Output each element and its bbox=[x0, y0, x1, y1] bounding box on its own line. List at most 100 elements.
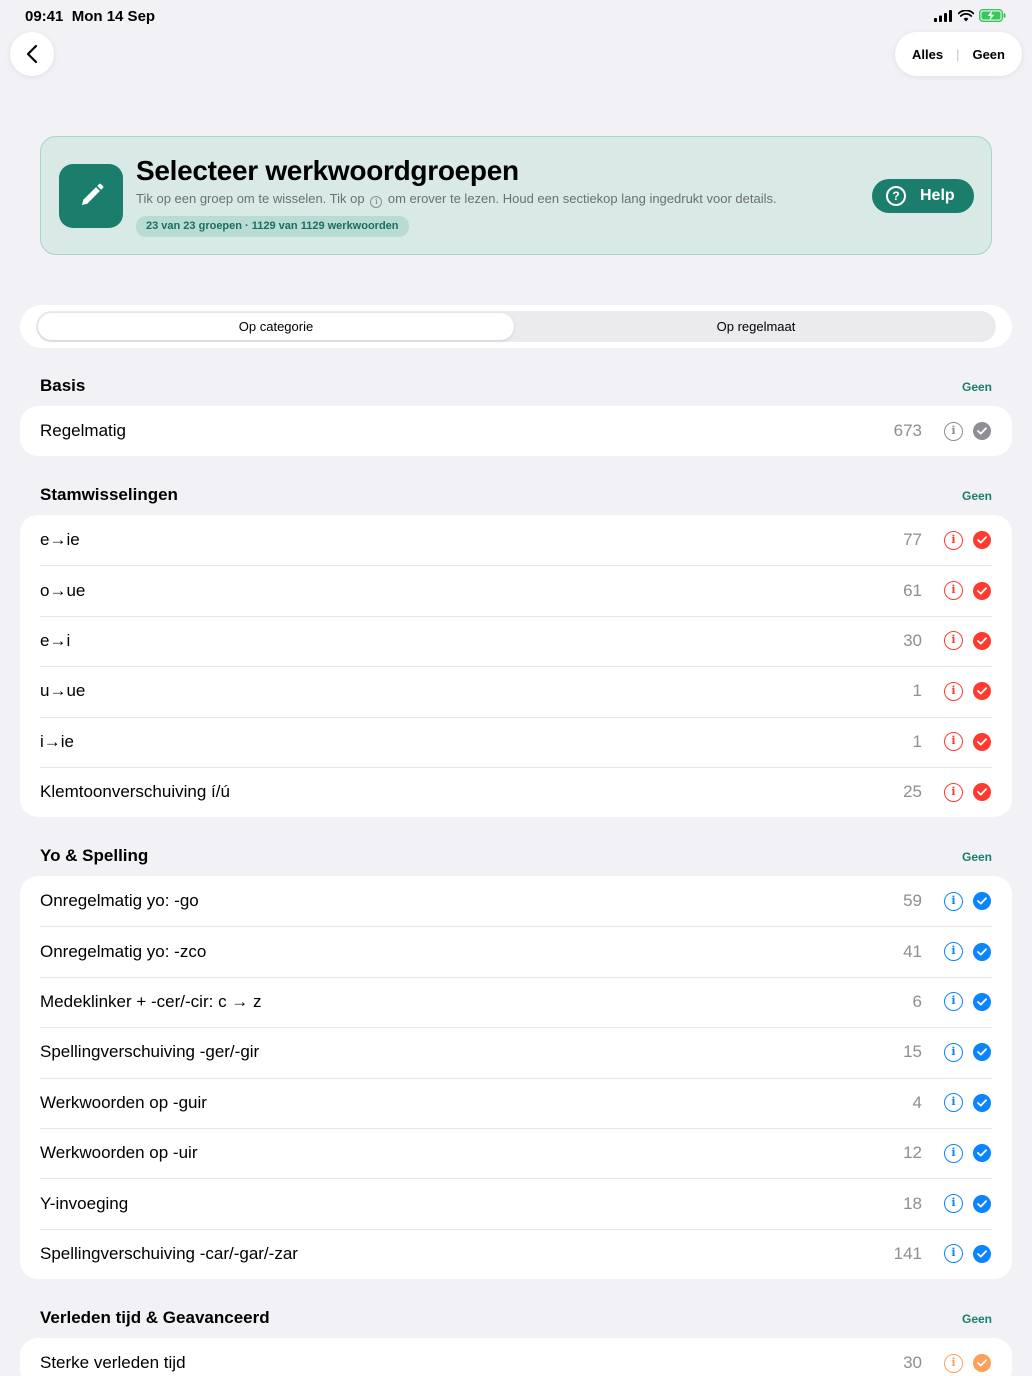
group-label: Sterke verleden tijd bbox=[40, 1353, 186, 1373]
checkmark-circle-icon[interactable] bbox=[973, 942, 991, 961]
pencil-icon bbox=[82, 183, 104, 205]
info-icon[interactable]: i bbox=[944, 1194, 963, 1214]
group-label: Spellingverschuiving -car/-gar/-zar bbox=[40, 1243, 298, 1263]
group-row[interactable]: i→ie 1 i bbox=[20, 716, 1012, 767]
info-icon[interactable]: i bbox=[944, 732, 963, 752]
info-icon[interactable]: i bbox=[944, 581, 963, 601]
verb-count: 673 bbox=[893, 421, 922, 441]
group-label: o→ue bbox=[40, 580, 86, 600]
group-label: Onregelmatig yo: -zco bbox=[40, 941, 207, 961]
section-header[interactable]: Basis Geen bbox=[40, 376, 992, 396]
group-label: Medeklinker + -cer/-cir: c → z bbox=[40, 991, 262, 1011]
checkmark-circle-icon[interactable] bbox=[973, 1354, 991, 1373]
cellular-signal-icon bbox=[934, 9, 952, 22]
back-button[interactable] bbox=[10, 32, 54, 76]
subtitle-text-before: Tik op een groep om te wisselen. Tik op bbox=[136, 191, 365, 206]
group-row[interactable]: Y-invoeging 18 i bbox=[20, 1178, 1012, 1228]
question-circle-icon: ? bbox=[886, 186, 906, 206]
checkmark-circle-icon[interactable] bbox=[973, 1043, 991, 1062]
info-icon[interactable]: i bbox=[944, 782, 963, 802]
select-toggle-pill: Alles | Geen bbox=[895, 32, 1022, 76]
checkmark-circle-icon[interactable] bbox=[973, 1093, 991, 1112]
header-card: Selecteer werkwoordgroepen Tik op een gr… bbox=[40, 136, 992, 255]
verb-count: 59 bbox=[903, 891, 922, 911]
group-row[interactable]: Sterke verleden tijd 30 i bbox=[20, 1338, 1012, 1376]
info-icon: i bbox=[370, 196, 383, 208]
checkmark-circle-icon[interactable] bbox=[973, 1144, 991, 1163]
group-row[interactable]: Werkwoorden op -uir 12 i bbox=[20, 1127, 1012, 1178]
section-title: Yo & Spelling bbox=[40, 846, 149, 865]
section-deselect-button[interactable]: Geen bbox=[962, 380, 992, 394]
checkmark-circle-icon[interactable] bbox=[973, 892, 991, 911]
group-row[interactable]: e→ie 77 i bbox=[20, 515, 1012, 565]
group-label: i→ie bbox=[40, 731, 75, 751]
verb-count: 25 bbox=[903, 782, 922, 802]
checkmark-circle-icon[interactable] bbox=[973, 992, 991, 1011]
verb-count: 30 bbox=[903, 1353, 922, 1373]
group-label: Y-invoeging bbox=[40, 1193, 129, 1213]
tab-op-regelmaat[interactable]: Op regelmaat bbox=[518, 313, 994, 340]
select-all-button[interactable]: Alles bbox=[912, 47, 943, 62]
checkmark-circle-icon[interactable] bbox=[973, 531, 991, 550]
info-icon[interactable]: i bbox=[944, 1143, 963, 1163]
group-row[interactable]: u→ue 1 i bbox=[20, 666, 1012, 716]
help-button[interactable]: ? Help bbox=[872, 179, 974, 213]
info-icon[interactable]: i bbox=[944, 891, 963, 911]
checkmark-circle-icon[interactable] bbox=[973, 783, 991, 802]
section-header[interactable]: Stamwisselingen Geen bbox=[40, 485, 992, 505]
selection-summary-badge: 23 van 23 groepen · 1129 van 1129 werkwo… bbox=[136, 216, 409, 237]
verb-count: 41 bbox=[903, 941, 922, 961]
checkmark-circle-icon[interactable] bbox=[973, 1244, 991, 1263]
group-row[interactable]: Onregelmatig yo: -zco 41 i bbox=[20, 926, 1012, 976]
page-subtitle: Tik op een groep om te wisselen. Tik op … bbox=[136, 191, 777, 208]
section-deselect-button[interactable]: Geen bbox=[962, 850, 992, 864]
info-icon[interactable]: i bbox=[944, 681, 963, 701]
checkmark-circle-icon[interactable] bbox=[973, 1194, 991, 1213]
wifi-icon bbox=[958, 9, 974, 21]
info-icon[interactable]: i bbox=[944, 1353, 963, 1373]
group-label: e→i bbox=[40, 630, 71, 650]
checkmark-circle-icon[interactable] bbox=[973, 682, 991, 701]
section-title: Basis bbox=[40, 376, 86, 395]
checkmark-circle-icon[interactable] bbox=[973, 631, 991, 650]
group-card: Regelmatig 673 i bbox=[20, 406, 1012, 457]
tab-op-categorie[interactable]: Op categorie bbox=[38, 313, 514, 340]
section-deselect-button[interactable]: Geen bbox=[962, 489, 992, 503]
group-row[interactable]: Onregelmatig yo: -go 59 i bbox=[20, 876, 1012, 926]
status-date: Mon 14 Sep bbox=[71, 8, 156, 25]
info-icon[interactable]: i bbox=[944, 942, 963, 962]
verb-count: 18 bbox=[903, 1193, 922, 1213]
group-label: Regelmatig bbox=[40, 421, 126, 441]
group-row[interactable]: Klemtoonverschuiving í/ú 25 i bbox=[20, 766, 1012, 817]
help-button-label: Help bbox=[920, 187, 955, 204]
section-header[interactable]: Yo & Spelling Geen bbox=[40, 846, 992, 866]
group-row[interactable]: o→ue 61 i bbox=[20, 565, 1012, 615]
checkmark-circle-icon[interactable] bbox=[973, 732, 991, 751]
group-row[interactable]: Medeklinker + -cer/-cir: c → z 6 i bbox=[20, 976, 1012, 1027]
segmented-control-container: Op categorie Op regelmaat bbox=[20, 305, 1012, 348]
info-icon[interactable]: i bbox=[944, 1093, 963, 1113]
subtitle-text-after: om erover te lezen. Houd een sectiekop l… bbox=[387, 191, 777, 206]
verb-count: 77 bbox=[903, 530, 922, 550]
group-row[interactable]: Regelmatig 673 i bbox=[20, 406, 1012, 456]
verb-count: 61 bbox=[903, 580, 922, 600]
info-icon[interactable]: i bbox=[944, 421, 963, 441]
checkmark-circle-icon[interactable] bbox=[973, 422, 991, 441]
info-icon[interactable]: i bbox=[944, 1244, 963, 1264]
status-icons bbox=[934, 9, 1006, 22]
info-icon[interactable]: i bbox=[944, 530, 963, 550]
page-title: Selecteer werkwoordgroepen bbox=[136, 155, 519, 186]
info-icon[interactable]: i bbox=[944, 992, 963, 1012]
group-row[interactable]: Werkwoorden op -guir 4 i bbox=[20, 1077, 1012, 1128]
section-header[interactable]: Verleden tijd & Geavanceerd Geen bbox=[40, 1308, 992, 1328]
checkmark-circle-icon[interactable] bbox=[973, 581, 991, 600]
group-row[interactable]: e→i 30 i bbox=[20, 615, 1012, 666]
group-row[interactable]: Spellingverschuiving -car/-gar/-zar 141 i bbox=[20, 1228, 1012, 1279]
select-none-button[interactable]: Geen bbox=[972, 47, 1005, 62]
info-icon[interactable]: i bbox=[944, 1042, 963, 1062]
section-title: Verleden tijd & Geavanceerd bbox=[40, 1308, 270, 1327]
section-deselect-button[interactable]: Geen bbox=[962, 1312, 992, 1326]
group-label: Spellingverschuiving -ger/-gir bbox=[40, 1042, 260, 1062]
info-icon[interactable]: i bbox=[944, 631, 963, 651]
group-row[interactable]: Spellingverschuiving -ger/-gir 15 i bbox=[20, 1027, 1012, 1077]
